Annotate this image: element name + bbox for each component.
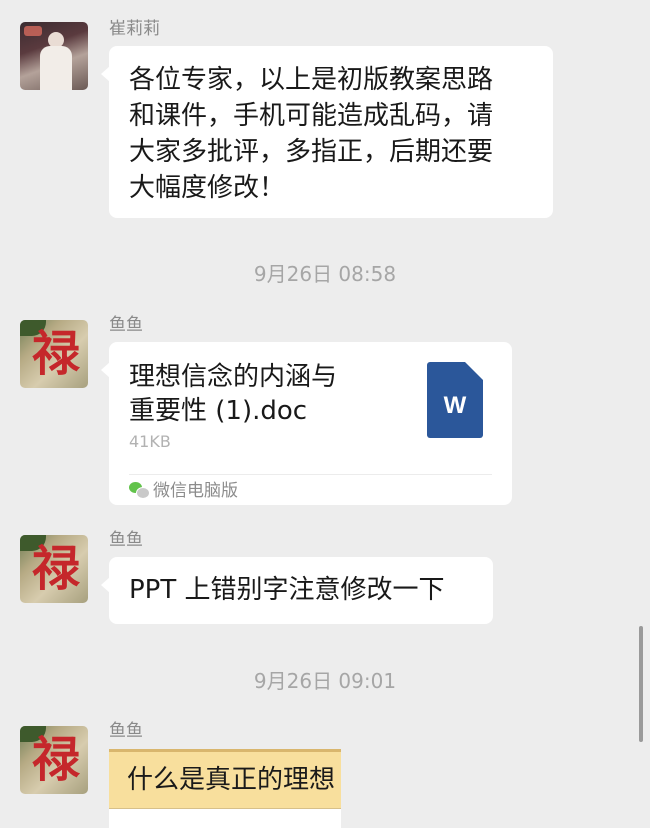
message-bubble[interactable]: PPT 上错别字注意修改一下 — [101, 557, 493, 624]
avatar-yuyu[interactable]: 禄 — [20, 320, 88, 388]
avatar-yuyu[interactable]: 禄 — [20, 535, 88, 603]
file-source-label: 微信电脑版 — [153, 481, 238, 501]
file-title-line: 理想信念的内涵与 — [129, 362, 338, 392]
message-line: 和课件，手机可能造成乱码，请 — [129, 101, 494, 131]
chat-timestamp: 9月26日 08:58 — [253, 262, 397, 286]
avatar-cui-lili[interactable] — [20, 22, 88, 90]
sender-name: 崔莉莉 — [109, 19, 160, 39]
link-card[interactable]: 什么是真正的理想 — [109, 749, 341, 828]
sender-name: 鱼鱼 — [109, 721, 143, 741]
message-line: 大家多批评，多指正，后期还要 — [129, 137, 494, 167]
avatar-calligraphy: 禄 — [32, 326, 81, 382]
word-doc-icon: W — [427, 362, 483, 438]
file-title-line: 重要性 (1).doc — [129, 396, 308, 426]
file-message-card[interactable]: 理想信念的内涵与 重要性 (1).doc 41KB W 微信电脑版 — [101, 342, 512, 505]
chat-timestamp: 9月26日 09:01 — [253, 669, 397, 693]
file-size: 41KB — [129, 432, 171, 451]
link-card-title: 什么是真正的理想 — [127, 765, 336, 795]
divider — [129, 474, 492, 475]
message-text: PPT 上错别字注意修改一下 — [129, 575, 445, 605]
sender-name: 鱼鱼 — [109, 530, 143, 550]
doc-corner-fold — [465, 362, 483, 380]
avatar-photo-light — [24, 26, 42, 36]
avatar-yuyu[interactable]: 禄 — [20, 726, 88, 794]
message-bubble[interactable]: 各位专家，以上是初版教案思路 和课件，手机可能造成乱码，请 大家多批评，多指正，… — [101, 46, 553, 218]
avatar-photo-body — [40, 46, 72, 90]
file-title: 理想信念的内涵与 重要性 (1).doc — [129, 360, 399, 428]
doc-letter: W — [443, 392, 467, 419]
sender-name: 鱼鱼 — [109, 315, 143, 335]
message-line: 大幅度修改！ — [129, 173, 286, 203]
wechat-icon — [129, 482, 150, 499]
avatar-calligraphy: 禄 — [32, 732, 81, 788]
file-source: 微信电脑版 — [129, 480, 238, 502]
message-line: 各位专家，以上是初版教案思路 — [129, 65, 494, 95]
avatar-calligraphy: 禄 — [32, 541, 81, 597]
scrollbar[interactable] — [639, 626, 643, 742]
